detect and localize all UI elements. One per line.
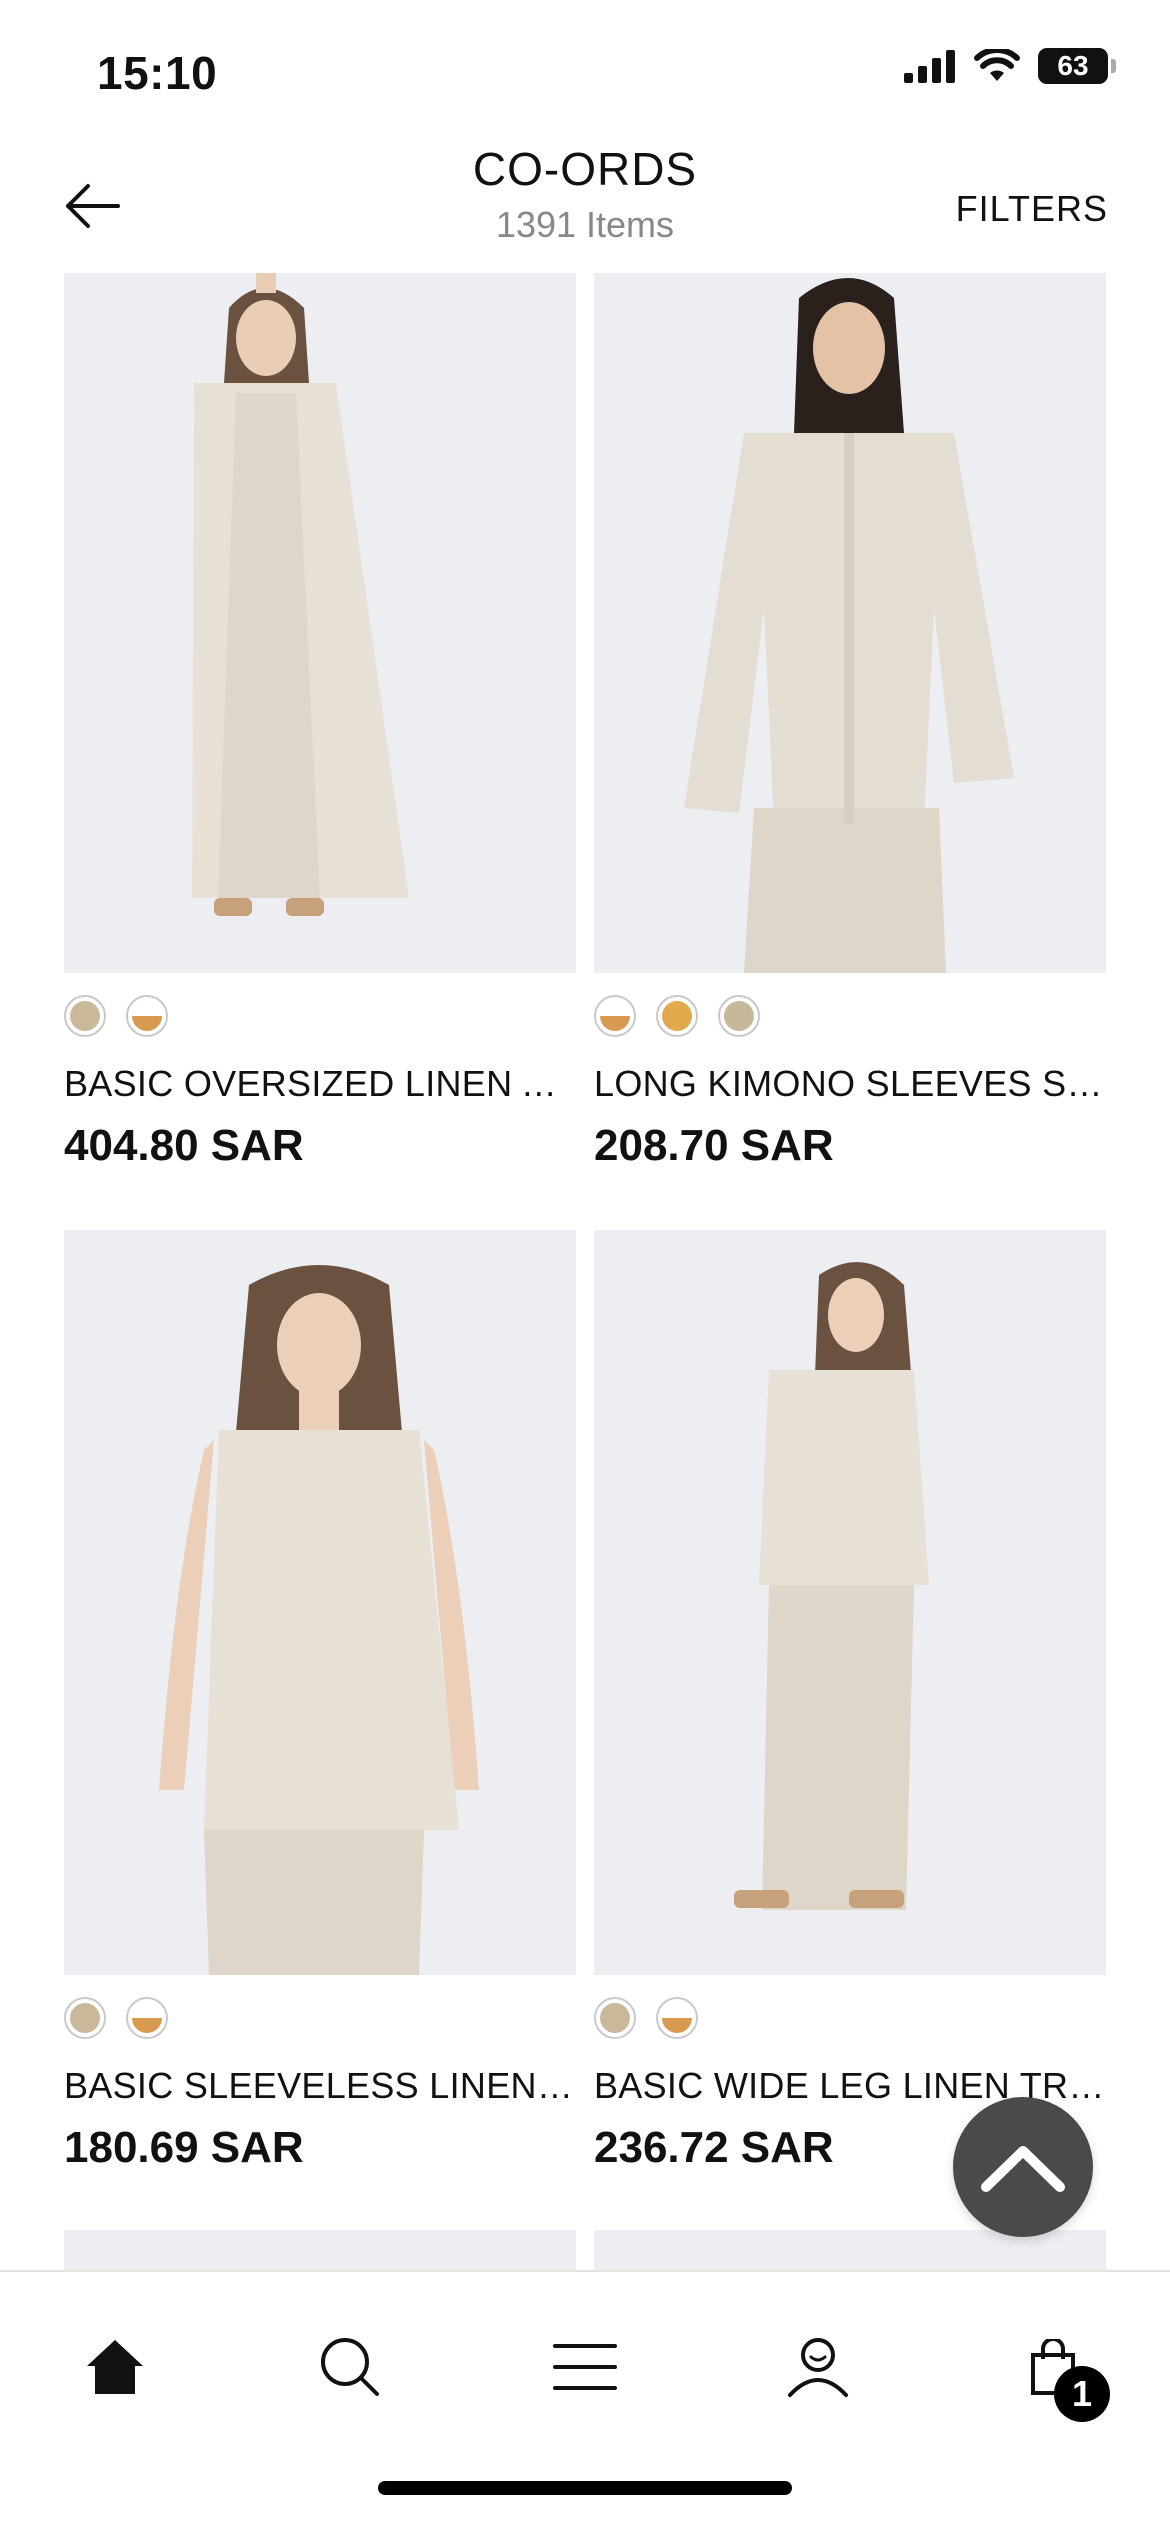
product-card[interactable]: BASIC WIDE LEG LINEN TROUSERS 236.72 SAR: [594, 1230, 1114, 2173]
color-swatch[interactable]: [656, 1997, 698, 2039]
nav-search[interactable]: [305, 2322, 395, 2412]
model-figure: [734, 1262, 929, 1910]
cart-count-badge: 1: [1054, 2366, 1110, 2422]
color-swatch[interactable]: [594, 995, 636, 1037]
product-price: 404.80 SAR: [64, 1121, 304, 1170]
color-swatches: [594, 1997, 1106, 2039]
menu-icon: [553, 2344, 617, 2390]
nav-home[interactable]: [70, 2322, 160, 2412]
account-icon: [788, 2338, 848, 2397]
product-image[interactable]: [64, 2230, 576, 2270]
product-name[interactable]: LONG KIMONO SLEEVES SHIRT: [594, 1063, 1106, 1105]
model-figure: [192, 273, 409, 916]
color-swatch[interactable]: [594, 1997, 636, 2039]
product-card[interactable]: LONG KIMONO SLEEVES SHIRT 208.70 SAR: [594, 273, 1106, 1171]
filters-button[interactable]: FILTERS: [956, 188, 1108, 230]
search-icon: [321, 2338, 379, 2396]
color-swatch[interactable]: [656, 995, 698, 1037]
product-name[interactable]: BASIC SLEEVELESS LINEN TOP: [64, 2065, 576, 2107]
color-swatches: [64, 1997, 576, 2039]
product-price: 180.69 SAR: [64, 2123, 304, 2172]
color-swatch[interactable]: [64, 1997, 106, 2039]
nav-account[interactable]: [773, 2322, 863, 2412]
model-figure: [684, 278, 1014, 973]
scroll-to-top-button[interactable]: [953, 2097, 1093, 2237]
color-swatch[interactable]: [718, 995, 760, 1037]
battery-level: 63: [1057, 50, 1089, 81]
color-swatches: [594, 995, 1106, 1037]
nav-cart[interactable]: 1: [1008, 2322, 1110, 2422]
product-image[interactable]: [64, 1230, 576, 1975]
chevron-up-icon: [981, 2146, 1065, 2192]
product-image[interactable]: [64, 273, 576, 973]
status-icons: 63: [904, 48, 1116, 84]
home-icon: [87, 2340, 143, 2394]
product-price: 208.70 SAR: [594, 1121, 834, 1170]
color-swatch[interactable]: [126, 995, 168, 1037]
status-time: 15:10: [97, 47, 218, 99]
product-name[interactable]: BASIC OVERSIZED LINEN ABAYA: [64, 1063, 576, 1105]
cellular-signal-icon: [904, 50, 955, 83]
product-card[interactable]: BASIC SLEEVELESS LINEN TOP 180.69 SAR: [64, 1230, 576, 2173]
nav-menu[interactable]: [540, 2322, 630, 2412]
product-image[interactable]: [594, 1230, 1106, 1975]
color-swatch[interactable]: [64, 995, 106, 1037]
product-card[interactable]: [64, 2230, 576, 2270]
color-swatch[interactable]: [126, 1997, 168, 2039]
home-indicator: [378, 2481, 792, 2495]
product-card[interactable]: BASIC OVERSIZED LINEN ABAYA 404.80 SAR: [64, 273, 576, 1171]
color-swatches: [64, 995, 576, 1037]
product-image[interactable]: [594, 273, 1106, 973]
model-figure: [159, 1265, 479, 1975]
battery-icon: 63: [1038, 48, 1116, 84]
wifi-icon: [974, 49, 1020, 81]
